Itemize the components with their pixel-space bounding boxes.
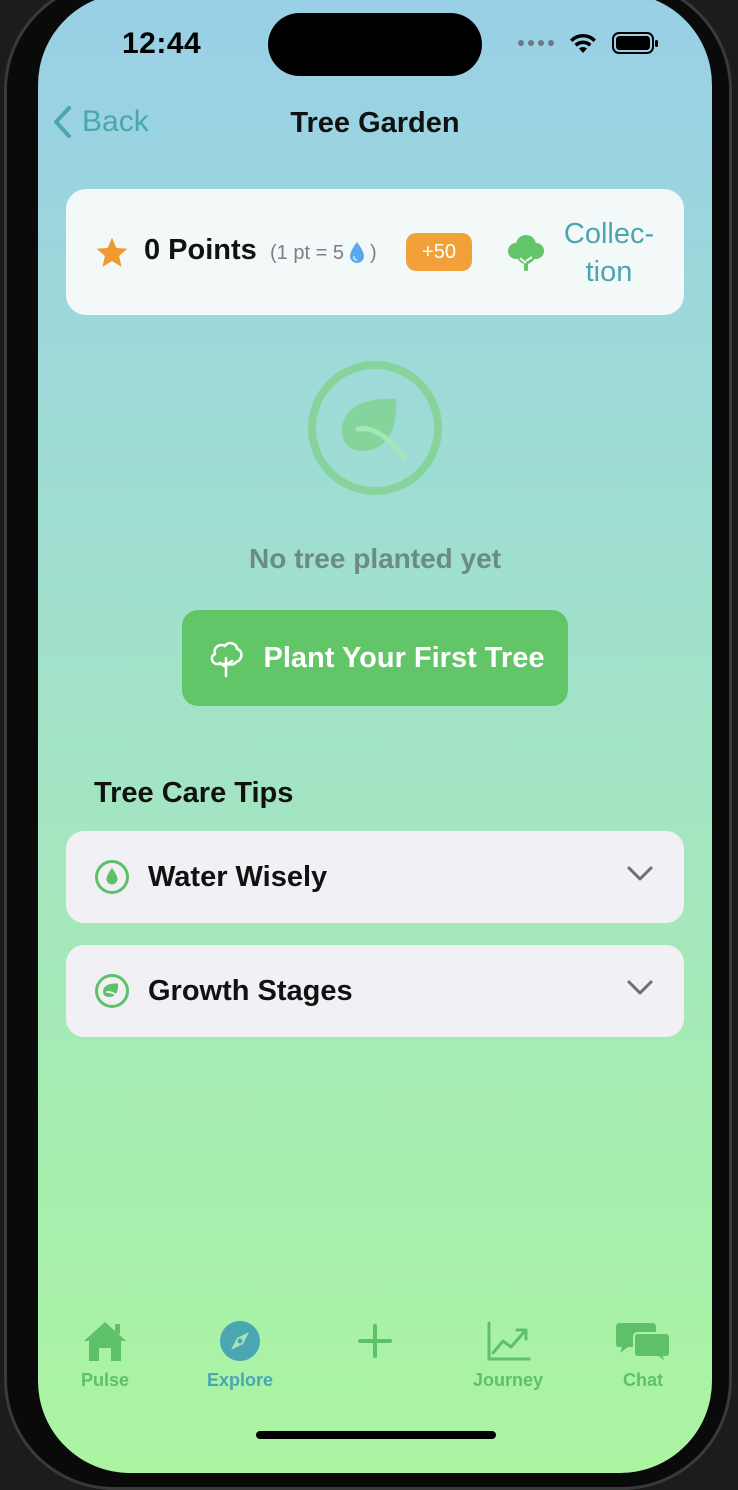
points-total: 0 Points bbox=[144, 234, 257, 266]
tab-label: Chat bbox=[623, 1370, 663, 1390]
tip-growth-stages[interactable]: Growth Stages bbox=[66, 945, 684, 1037]
battery-icon bbox=[612, 32, 658, 54]
tab-chat[interactable]: Chat bbox=[588, 1319, 698, 1391]
chevron-down-icon bbox=[627, 980, 653, 995]
status-time: 12:44 bbox=[122, 27, 202, 60]
bonus-badge[interactable]: +50 bbox=[406, 233, 472, 271]
chevron-down-icon bbox=[627, 866, 653, 881]
collection-label-line1: Collec- bbox=[563, 218, 655, 250]
status-indicators bbox=[518, 31, 660, 55]
app-screen: 12:44 Back Tree Garden 0 Points (1 pt = … bbox=[38, 0, 712, 1473]
chat-bubbles-icon bbox=[616, 1323, 671, 1366]
chart-icon bbox=[487, 1321, 531, 1361]
house-icon bbox=[84, 1322, 126, 1361]
tab-label: Explore bbox=[206, 1370, 274, 1390]
plant-first-tree-button[interactable]: Plant Your First Tree bbox=[182, 610, 568, 706]
tip-label: Growth Stages bbox=[148, 975, 353, 1007]
collection-button[interactable]: Collec- tion bbox=[552, 215, 666, 291]
tab-label: Journey bbox=[472, 1370, 544, 1390]
wifi-icon bbox=[570, 33, 596, 53]
plus-icon bbox=[358, 1324, 392, 1358]
tab-label: Pulse bbox=[80, 1370, 130, 1390]
tip-label: Water Wisely bbox=[148, 861, 328, 893]
tree-outline-icon bbox=[210, 641, 243, 678]
points-card: 0 Points (1 pt = 5 ) +50 Collec- tion bbox=[66, 189, 684, 315]
tree-icon bbox=[508, 235, 544, 271]
plant-button-label: Plant Your First Tree bbox=[263, 641, 545, 674]
leaf-circle-icon bbox=[308, 361, 442, 495]
tab-journey[interactable]: Journey bbox=[453, 1319, 563, 1391]
rate-prefix: (1 pt = 5 bbox=[270, 241, 344, 264]
tab-add[interactable] bbox=[320, 1319, 430, 1370]
points-rate: (1 pt = 5 ) bbox=[270, 241, 377, 265]
home-indicator[interactable] bbox=[256, 1431, 496, 1439]
compass-icon bbox=[220, 1321, 260, 1361]
device-frame: 12:44 Back Tree Garden 0 Points (1 pt = … bbox=[4, 0, 732, 1490]
tab-pulse[interactable]: Pulse bbox=[50, 1319, 160, 1391]
leaf-icon bbox=[95, 974, 129, 1008]
water-drop-icon bbox=[349, 242, 364, 263]
signal-dots-icon bbox=[518, 40, 554, 46]
rate-suffix: ) bbox=[369, 241, 377, 264]
tips-section-title: Tree Care Tips bbox=[94, 777, 294, 809]
empty-state-message: No tree planted yet bbox=[248, 543, 502, 574]
page-title: Tree Garden bbox=[290, 107, 460, 139]
tab-bar: Pulse Explore Journey Chat bbox=[38, 1319, 712, 1409]
tab-explore[interactable]: Explore bbox=[185, 1319, 295, 1391]
dynamic-island bbox=[268, 13, 482, 76]
tip-water-wisely[interactable]: Water Wisely bbox=[66, 831, 684, 923]
water-drop-icon bbox=[95, 860, 129, 894]
collection-label-line2: tion bbox=[585, 256, 633, 288]
star-icon bbox=[96, 237, 128, 267]
